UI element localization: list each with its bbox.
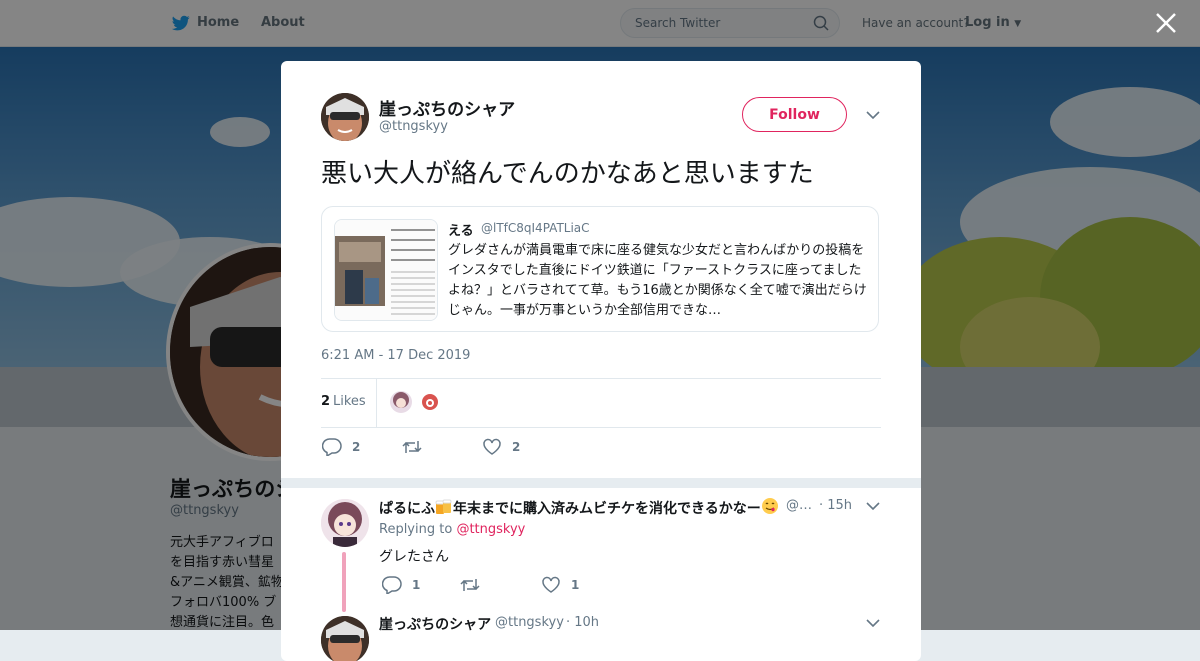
quoted-tweet-text: グレダさんが満員電車で床に座る健気な少女だと言わんばかりの投稿をインスタでした直…	[448, 243, 867, 318]
tweet-text: 悪い大人が絡んでんのかなあと思いますた	[321, 159, 814, 189]
tweet-author-avatar[interactable]	[321, 93, 369, 141]
retweet-icon	[460, 579, 480, 591]
reply-author-handle[interactable]: @ttngskyy	[495, 615, 564, 630]
quoted-author-name: える	[448, 224, 474, 239]
quoted-tweet[interactable]: える @lTfC8qI4PATLiaC グレダさんが満員電車で床に座る健気な少女…	[321, 206, 879, 332]
avatar-image	[321, 93, 369, 141]
reply-author-name[interactable]: 崖っぷちのシャア	[379, 614, 491, 634]
tweet-stats: 2 Likes	[321, 378, 881, 428]
like-count: 2	[512, 440, 521, 454]
avatar-image	[321, 616, 369, 661]
retweet-icon	[402, 441, 422, 453]
tweet-modal: 崖っぷちのシャア @ttngskyy Follow 悪い大人が絡んでんのかなあと…	[281, 61, 921, 661]
reply-author-name[interactable]: ぱるにふ 年末までに購入済みムビチケを消化できるかなー	[379, 497, 779, 518]
reply-count: 2	[352, 440, 361, 454]
reply-time[interactable]: · 10h	[566, 615, 599, 630]
heart-icon	[542, 576, 560, 593]
yum-face-icon	[761, 498, 778, 514]
stats-divider	[376, 379, 377, 427]
quoted-author-handle: @lTfC8qI4PATLiaC	[481, 221, 590, 235]
section-separator	[281, 478, 921, 488]
tweet-author-name[interactable]: 崖っぷちのシャア	[379, 95, 515, 120]
quoted-tweet-image[interactable]	[334, 219, 438, 321]
liker-avatar[interactable]	[419, 391, 441, 413]
follow-button[interactable]: Follow	[742, 97, 847, 132]
likes-label[interactable]: Likes	[333, 394, 366, 409]
reply-author-handle[interactable]: @…	[786, 498, 812, 513]
quoted-image-thumbnail	[335, 220, 437, 320]
chevron-down-icon[interactable]	[866, 619, 880, 628]
replying-to-link[interactable]: @ttngskyy	[456, 522, 525, 537]
reply-count: 1	[412, 578, 421, 592]
chevron-down-icon[interactable]	[866, 111, 880, 120]
reply-author-avatar[interactable]	[321, 499, 369, 547]
reply-author-name-part: ぱるにふ	[379, 501, 435, 517]
likes-count[interactable]: 2	[321, 394, 330, 409]
heart-icon	[483, 438, 501, 455]
reply-icon	[322, 438, 342, 456]
replying-to-prefix: Replying to	[379, 522, 453, 537]
tweet-author-handle[interactable]: @ttngskyy	[379, 119, 448, 134]
avatar-image	[321, 499, 369, 547]
like-count: 1	[571, 578, 580, 592]
reply-time[interactable]: · 15h	[819, 498, 852, 513]
reply-author-avatar[interactable]	[321, 616, 369, 661]
beer-mugs-icon	[435, 499, 452, 514]
close-icon[interactable]	[1154, 11, 1178, 35]
reply-text: グレたさん	[379, 549, 449, 565]
reply-icon	[382, 576, 402, 594]
liker-avatar[interactable]	[390, 391, 412, 413]
chevron-down-icon[interactable]	[866, 502, 880, 511]
thread-connector-line	[342, 552, 346, 612]
reply-author-name-part: 年末までに購入済みムビチケを消化できるかなー	[453, 501, 761, 517]
tweet-timestamp[interactable]: 6:21 AM - 17 Dec 2019	[321, 348, 470, 363]
replying-to: Replying to @ttngskyy	[379, 522, 525, 537]
